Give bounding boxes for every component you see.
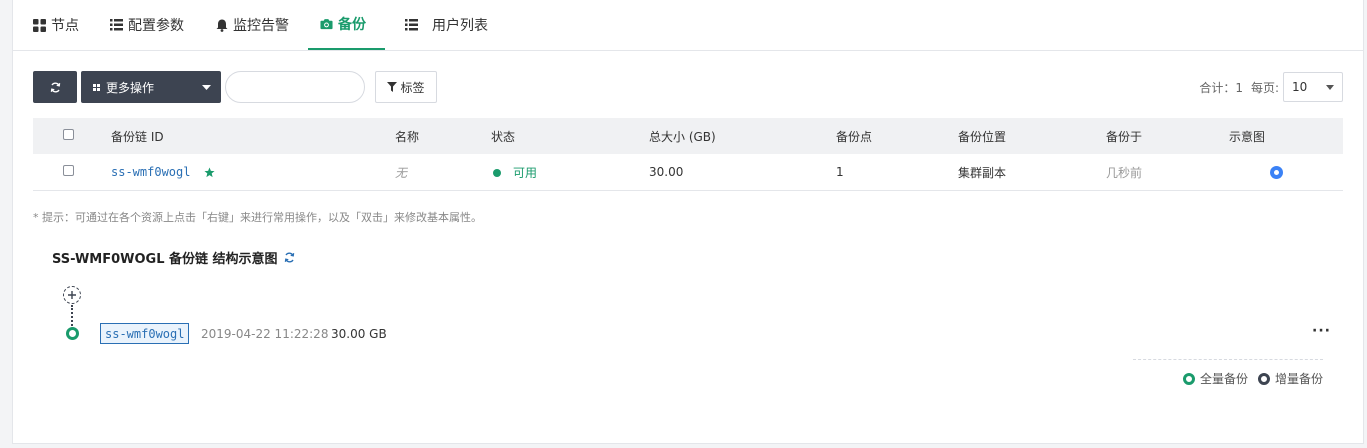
legend: 全量备份 增量备份 [1182,370,1323,387]
tab-users[interactable]: 用户列表 [385,0,507,50]
per-page-select[interactable]: 10 [1283,72,1343,102]
full-backup-legend-label: 全量备份 [1199,372,1248,386]
add-backup-point-icon[interactable] [63,286,81,304]
tab-config[interactable]: 配置参数 [98,0,203,50]
per-page-label: 每页: [1250,80,1279,95]
chain-diagram-title: SS-WMF0WOGL 备份链 结构示意图 [52,248,295,267]
backup-point-time: 2019-04-22 11:22:28 [201,327,329,341]
backup-chain-table: 备份链 ID 名称 状态 总大小 (GB) 备份点 备份位置 备份于 示意图 s… [33,118,1343,191]
usage-hint: * 提示：可通过在各个资源上点击「右键」来进行常用操作，以及「双击」来修改基本属… [33,211,482,224]
header-status: 状态 [491,129,516,144]
total-count: 合计：1 [1199,80,1243,95]
backup-chain-id-link[interactable]: ss-wmf0wogl [111,165,190,179]
backup-point-size: 30.00 GB [331,327,387,341]
table-row[interactable]: ss-wmf0wogl 无 可用 30.00 1 集群副本 几秒前 [33,154,1343,191]
row-backed-up: 几秒前 [1106,165,1143,180]
legend-divider [1133,359,1323,360]
tab-backup[interactable]: 备份 [308,0,385,50]
tab-bar: 节点 配置参数 监控告警 备份 用户列表 [13,0,1363,51]
camera-icon [320,18,333,31]
backup-point-label[interactable]: ss-wmf0wogl [100,323,190,344]
full-backup-node-icon[interactable] [66,327,79,340]
row-location: 集群副本 [958,165,1007,180]
bell-icon [215,19,228,32]
tab-monitoring[interactable]: 监控告警 [203,0,308,50]
header-total-size: 总大小 (GB) [649,129,716,144]
row-total-size: 30.00 [649,165,684,179]
more-options-icon[interactable]: ··· [1312,323,1331,339]
star-icon [204,166,216,178]
header-points: 备份点 [836,129,873,144]
search-input[interactable] [225,71,365,103]
row-name: 无 [395,165,408,180]
tab-nodes[interactable]: 节点 [21,0,98,50]
chain-title-text: SS-WMF0WOGL 备份链 结构示意图 [52,252,278,267]
header-id: 备份链 ID [111,129,164,144]
header-diagram: 示意图 [1229,129,1266,144]
toolbar: 更多操作 标签 合计：1 每页: 10 [33,71,1343,103]
tab-label: 配置参数 [128,18,184,34]
row-status: 可用 [493,164,537,181]
tag-filter-button[interactable]: 标签 [375,71,437,103]
refresh-icon[interactable] [284,252,295,263]
table-header: 备份链 ID 名称 状态 总大小 (GB) 备份点 备份位置 备份于 示意图 [33,118,1343,154]
pagination: 合计：1 每页: 10 [1199,71,1343,103]
select-all-checkbox[interactable] [63,129,74,143]
filter-icon [387,82,398,92]
tab-label: 用户列表 [432,18,488,34]
header-backed-up: 备份于 [1106,129,1143,144]
caret-down-icon [1326,84,1334,90]
incremental-backup-legend-label: 增量备份 [1274,372,1323,386]
chain-connector [71,305,73,326]
caret-down-icon [202,84,211,90]
tab-label: 备份 [338,17,366,33]
tab-label: 节点 [51,18,79,34]
more-actions-dropdown[interactable]: 更多操作 [81,71,221,103]
diagram-icon[interactable] [1270,165,1283,179]
header-name: 名称 [395,129,420,144]
status-dot-icon [493,169,501,177]
row-points: 1 [836,165,844,179]
list-icon [110,19,123,32]
refresh-icon [50,81,61,93]
status-text: 可用 [513,165,538,180]
full-backup-legend-icon [1182,372,1195,385]
header-location: 备份位置 [958,129,1007,144]
tab-label: 监控告警 [233,18,289,34]
per-page-value: 10 [1292,80,1308,94]
incremental-backup-legend-icon [1257,372,1270,385]
tag-filter-label: 标签 [400,80,425,95]
page-frame: 节点 配置参数 监控告警 备份 用户列表 更多操作 标签 合计：1 每页: 10… [12,0,1364,444]
dots-grid-icon [93,83,100,91]
refresh-button[interactable] [33,71,77,103]
grid-icon [33,18,46,32]
more-actions-label: 更多操作 [106,80,155,95]
list-icon [405,19,418,32]
row-checkbox[interactable] [63,165,74,179]
